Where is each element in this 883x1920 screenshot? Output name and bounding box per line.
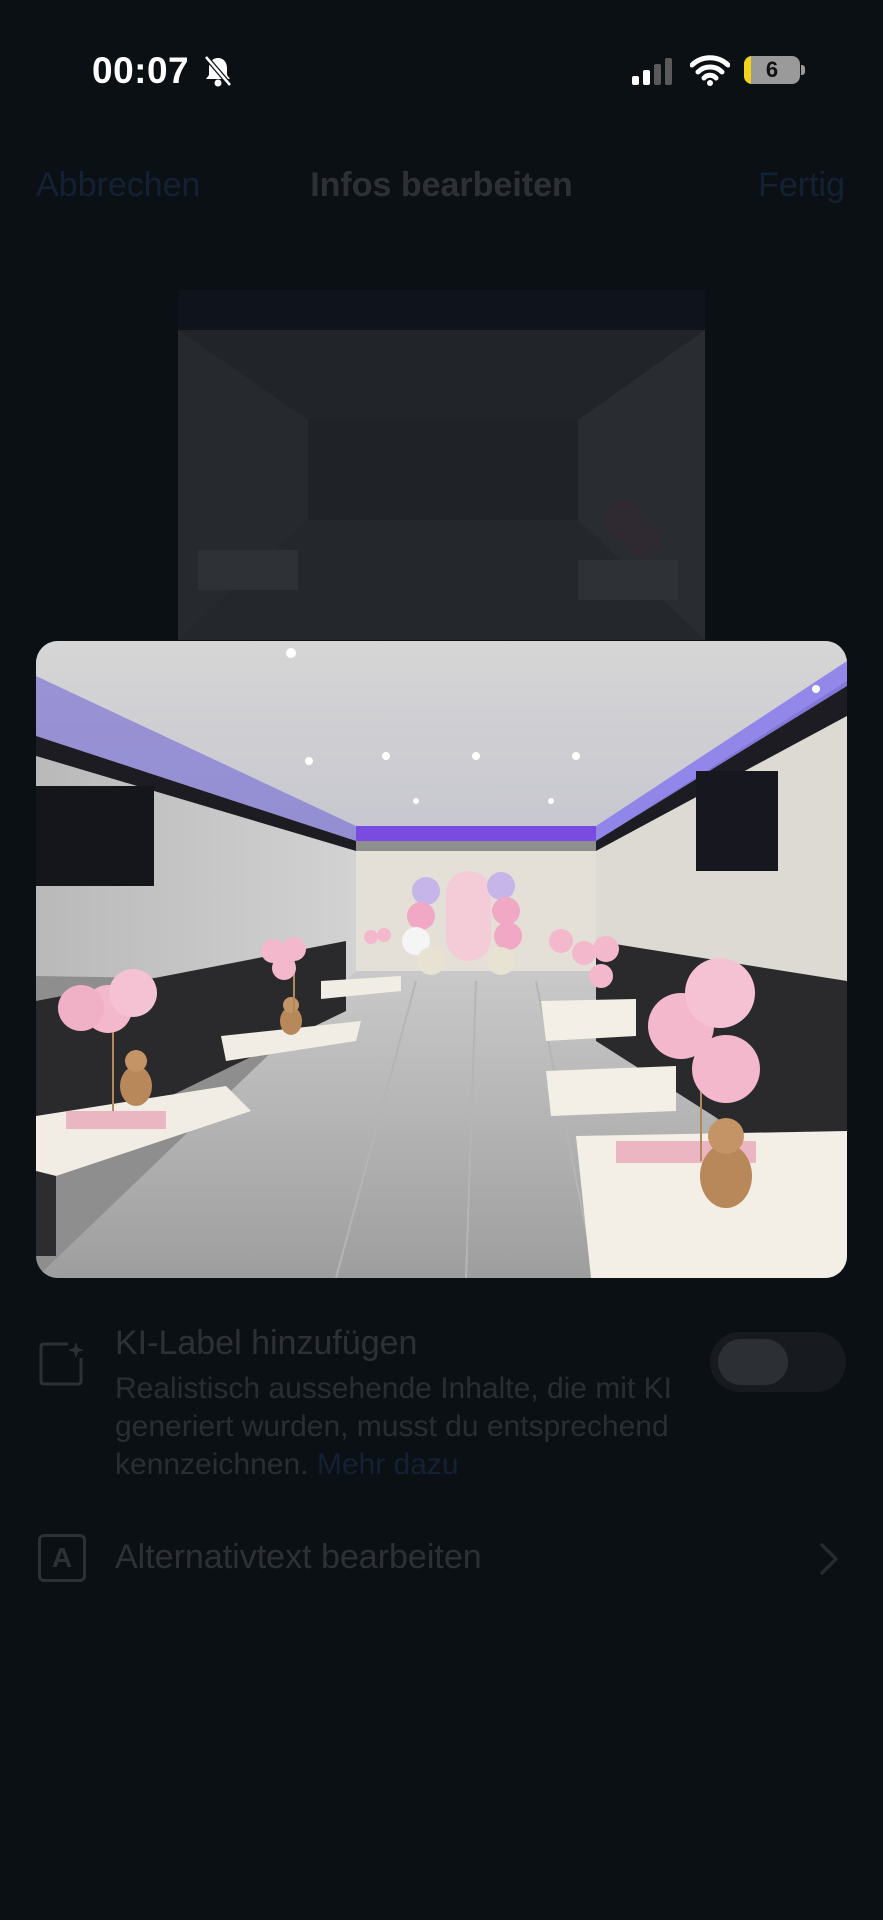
event-hall-photo[interactable] (36, 641, 847, 1278)
ai-label-title: KI-Label hinzufügen (115, 1324, 418, 1362)
status-bar: 00:07 6 (0, 0, 883, 140)
photo-thumbnail[interactable] (178, 290, 705, 640)
chevron-right-icon (820, 1543, 838, 1575)
page-title: Infos bearbeiten (310, 166, 573, 204)
alt-text-label: Alternativtext bearbeiten (115, 1538, 482, 1576)
cellular-signal-icon (632, 58, 672, 85)
alt-text-icon-letter: A (51, 1542, 73, 1573)
ai-sparkle-icon (39, 1342, 84, 1386)
status-time: 00:07 (92, 50, 190, 91)
ai-label-row: KI-Label hinzufügen Realistisch aussehen… (0, 1320, 883, 1481)
nav-bar: Abbrechen Infos bearbeiten Fertig (0, 160, 883, 210)
toggle-knob (718, 1339, 788, 1385)
ai-label-description: Realistisch aussehende Inhalte, die mit … (115, 1370, 675, 1484)
done-button[interactable]: Fertig (758, 166, 845, 205)
ai-label-toggle[interactable] (710, 1332, 846, 1392)
bell-muted-icon (204, 55, 232, 87)
battery-icon: 6 (744, 54, 805, 86)
alt-text-row[interactable]: A Alternativtext bearbeiten (0, 1530, 883, 1590)
battery-level: 6 (765, 57, 779, 82)
learn-more-link[interactable]: Mehr dazu (317, 1448, 459, 1481)
wifi-icon (690, 55, 730, 86)
alt-text-icon: A (38, 1534, 86, 1582)
